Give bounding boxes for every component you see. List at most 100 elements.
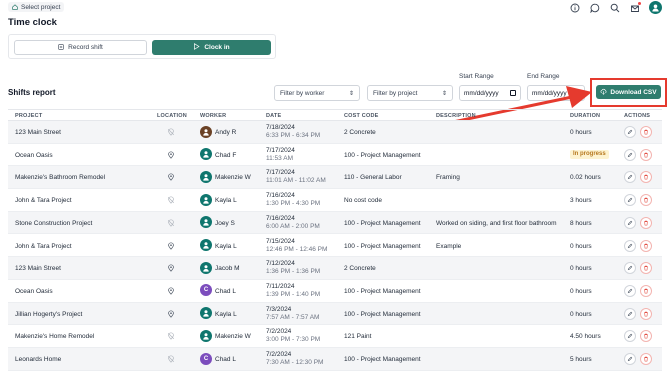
- pencil-icon: [627, 288, 633, 294]
- edit-button[interactable]: [624, 307, 636, 320]
- chat-icon[interactable]: [589, 2, 601, 14]
- trash-icon: [643, 288, 649, 294]
- download-csv-button[interactable]: Download CSV: [596, 85, 661, 99]
- person-icon: [202, 150, 210, 158]
- delete-button[interactable]: [640, 353, 652, 365]
- filter-by-project-select[interactable]: Filter by project ⇕: [367, 85, 453, 101]
- end-date-input[interactable]: mm/dd/yyyy: [527, 85, 585, 101]
- worker-name: Chad L: [215, 356, 236, 363]
- shift-date: 7/12/2024: [266, 260, 295, 268]
- col-cost-code: COST CODE: [344, 113, 379, 119]
- edit-button[interactable]: [624, 216, 636, 229]
- pencil-icon: [627, 152, 633, 158]
- worker-name: Kayla L: [215, 242, 237, 250]
- duration-cell: 0 hours: [570, 287, 592, 295]
- shifts-report-title: Shifts report: [8, 88, 56, 97]
- trash-icon: [643, 220, 649, 226]
- delete-button[interactable]: [640, 194, 652, 207]
- download-csv-label: Download CSV: [610, 88, 657, 96]
- trash-icon: [643, 197, 649, 203]
- person-icon: [202, 128, 210, 136]
- duration-cell: 4.50 hours: [570, 333, 601, 341]
- delete-button[interactable]: [640, 171, 652, 184]
- search-icon[interactable]: [609, 2, 621, 14]
- record-shift-label: Record shift: [68, 44, 103, 51]
- edit-button[interactable]: [624, 330, 636, 343]
- edit-button[interactable]: [624, 194, 636, 207]
- shift-time-range: 7:57 AM - 7:57 AM: [266, 313, 320, 321]
- calendar-icon: [574, 90, 580, 96]
- location-pin-icon: [167, 264, 175, 272]
- project-cell: Makenzie's Home Remodel: [15, 333, 95, 341]
- project-cell: Ocean Oasis: [15, 287, 53, 295]
- table-row[interactable]: Leonards Home C Chad L 7/2/2024 7:30 AM - 12…: [8, 348, 662, 371]
- play-icon: [193, 43, 200, 52]
- trash-icon: [643, 152, 649, 158]
- edit-button[interactable]: [624, 262, 636, 275]
- edit-button[interactable]: [624, 126, 636, 138]
- project-cell: Makenzie's Bathroom Remodel: [15, 174, 106, 182]
- start-date-input[interactable]: mm/dd/yyyy: [459, 85, 521, 101]
- delete-button[interactable]: [640, 330, 652, 343]
- cost-code-cell: 100 - Project Management: [344, 242, 421, 250]
- info-icon[interactable]: [569, 2, 581, 14]
- shift-date: 7/16/2024: [266, 192, 295, 200]
- pencil-icon: [627, 311, 633, 317]
- trash-icon: [643, 333, 649, 339]
- duration-cell: 0 hours: [570, 310, 592, 318]
- table-row[interactable]: Stone Construction Project Joey S 7/16/202…: [8, 211, 662, 235]
- delete-button[interactable]: [640, 216, 652, 229]
- project-cell: Ocean Oasis: [15, 151, 53, 159]
- chevron-updown-icon: ⇕: [348, 90, 354, 97]
- delete-button[interactable]: [640, 307, 652, 320]
- shift-time-range: 1:39 PM - 1:40 PM: [266, 290, 321, 298]
- location-pin-icon: [167, 241, 175, 250]
- filter-by-worker-select[interactable]: Filter by worker ⇕: [274, 85, 360, 101]
- table-row[interactable]: Makenzie's Home Remodel Makenzie W 7/2/202…: [8, 325, 662, 348]
- clock-in-button[interactable]: Clock in: [152, 40, 271, 55]
- cost-code-cell: 100 - Project Management: [344, 151, 421, 159]
- worker-name: Chad L: [215, 287, 236, 295]
- person-icon: [202, 309, 210, 317]
- col-duration: DURATION: [570, 113, 601, 119]
- col-location: LOCATION: [157, 113, 187, 119]
- delete-button[interactable]: [640, 239, 652, 252]
- table-row[interactable]: Ocean Oasis C Chad L 7/11/2024 1:39 PM - 1:4…: [8, 280, 662, 303]
- delete-button[interactable]: [640, 148, 652, 161]
- avatar-initial: C: [203, 355, 209, 362]
- record-shift-button[interactable]: Record shift: [14, 40, 147, 55]
- cost-code-cell: 110 - General Labor: [344, 174, 402, 182]
- record-icon: [58, 43, 64, 52]
- delete-button[interactable]: [640, 262, 652, 275]
- edit-button[interactable]: [624, 171, 636, 184]
- edit-button[interactable]: [624, 284, 636, 297]
- table-row[interactable]: John & Tara Project Kayla L 7/15/2024 12:46…: [8, 235, 662, 258]
- table-row[interactable]: Ocean Oasis Chad F 7/17/2024 11:53 AM 100 - …: [8, 144, 662, 167]
- edit-button[interactable]: [624, 353, 636, 365]
- notifications-icon[interactable]: [629, 1, 641, 14]
- pencil-icon: [627, 356, 633, 362]
- table-row[interactable]: 123 Main Street Jacob M 7/12/2024 1:36 PM -…: [8, 257, 662, 280]
- table-row[interactable]: John & Tara Project Kayla L 7/16/2024 1:30 …: [8, 189, 662, 212]
- table-row[interactable]: Makenzie's Bathroom Remodel Makenzie W 7/1…: [8, 166, 662, 190]
- delete-button[interactable]: [640, 284, 652, 297]
- page-title: Time clock: [8, 17, 57, 28]
- edit-button[interactable]: [624, 239, 636, 252]
- user-avatar[interactable]: [649, 1, 662, 14]
- table-row[interactable]: Jillian Hogerty's Project Kayla L 7/3/2024…: [8, 302, 662, 326]
- description-cell: Worked on siding, and first floor bathro…: [436, 219, 557, 227]
- top-bar: Select project: [0, 0, 670, 14]
- pencil-icon: [627, 243, 633, 249]
- edit-button[interactable]: [624, 148, 636, 161]
- duration-cell: 0 hours: [570, 242, 592, 250]
- cost-code-cell: No cost code: [344, 197, 382, 205]
- worker-avatar: [200, 307, 212, 320]
- table-row[interactable]: 123 Main Street Andy R 7/18/2024 6:33 PM - …: [8, 121, 662, 144]
- project-cell: 123 Main Street: [15, 265, 61, 273]
- start-date-placeholder: mm/dd/yyyy: [464, 89, 499, 97]
- location-off-icon: [167, 196, 175, 204]
- pencil-icon: [627, 333, 633, 339]
- delete-button[interactable]: [640, 126, 652, 138]
- select-project-button[interactable]: Select project: [8, 2, 65, 12]
- person-icon: [202, 196, 210, 204]
